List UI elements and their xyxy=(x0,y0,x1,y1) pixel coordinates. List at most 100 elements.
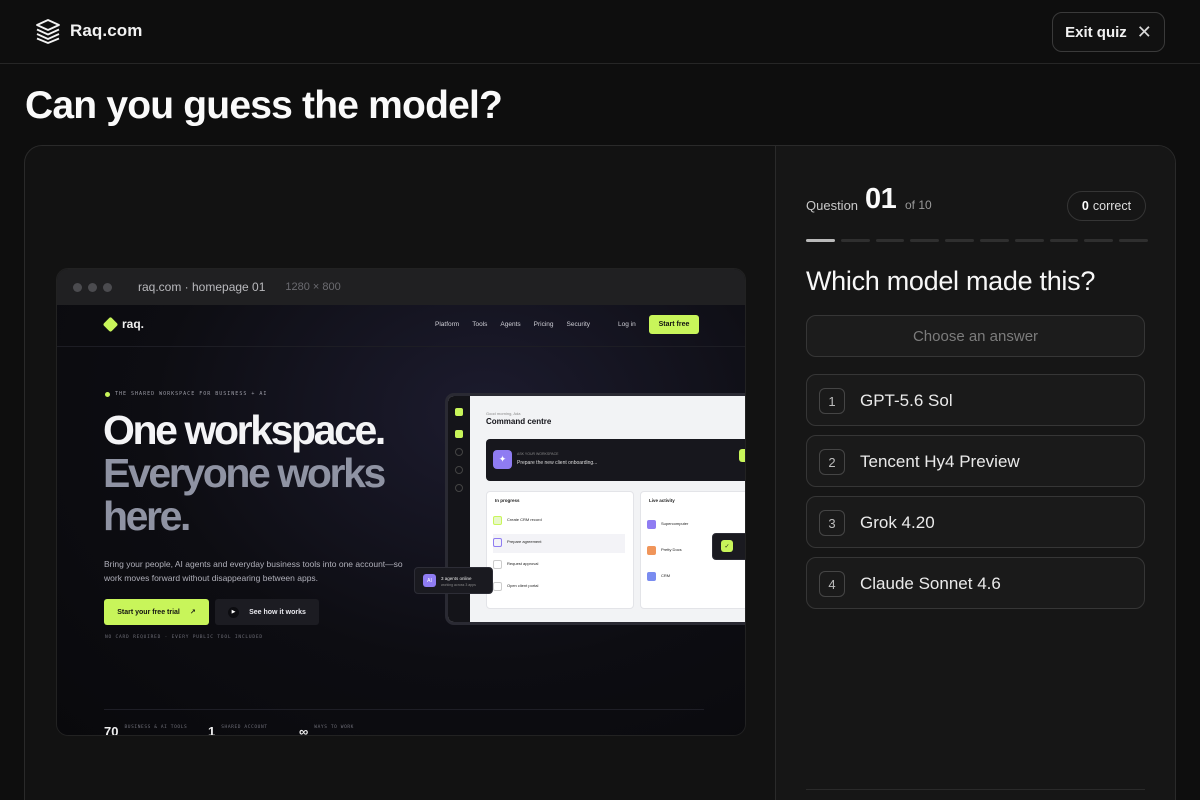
sparkle-icon: ✦ xyxy=(493,450,512,469)
preview-task-text: Create CRM record xyxy=(507,517,542,522)
preview-fine-print: NO CARD REQUIRED · EVERY PUBLIC TOOL INC… xyxy=(105,635,263,640)
preview-approved-badge: ✓ xyxy=(712,533,745,560)
cube-icon xyxy=(455,408,463,416)
option-key: 2 xyxy=(819,449,845,475)
preview-task-row: Request approval xyxy=(493,556,625,575)
progress-segment xyxy=(840,239,870,242)
preview-stats-divider xyxy=(104,709,704,710)
answer-option-3[interactable]: 3 Grok 4.20 xyxy=(806,496,1145,548)
preview-logo-text: raq. xyxy=(122,317,145,331)
rail-icon xyxy=(455,466,463,474)
agent-icon xyxy=(647,520,656,529)
exit-quiz-label: Exit quiz xyxy=(1065,23,1127,41)
option-key: 3 xyxy=(819,510,845,536)
preview-dimensions: 1280 × 800 xyxy=(285,281,341,293)
close-icon: ✕ xyxy=(1136,22,1152,42)
preview-window: raq.com · homepage 01 1280 × 800 raq. Pl… xyxy=(56,268,746,736)
preview-how-button: ▶ See how it works xyxy=(215,599,319,625)
home-icon xyxy=(455,430,463,438)
progress-segment xyxy=(1014,239,1044,242)
preview-how-label: See how it works xyxy=(249,608,306,616)
question-number: 01 xyxy=(865,183,897,215)
preview-eyebrow: THE SHARED WORKSPACE FOR BUSINESS + AI xyxy=(105,391,267,397)
answer-option-2[interactable]: 2 Tencent Hy4 Preview xyxy=(806,435,1145,487)
check-icon: ✓ xyxy=(721,540,733,552)
checkbox-icon xyxy=(493,560,502,569)
checkbox-icon xyxy=(493,538,502,547)
preview-stat-value: 70 xyxy=(104,724,119,736)
progress-segment xyxy=(979,239,1009,242)
preview-activity-row: CRM xyxy=(647,568,745,587)
preview-nav-links: Platform Tools Agents Pricing Security xyxy=(435,321,590,328)
preview-task-text: Prepare agreement xyxy=(507,539,542,544)
rail-icon xyxy=(455,448,463,456)
exit-quiz-button[interactable]: Exit quiz ✕ xyxy=(1052,12,1165,52)
brand[interactable]: Raq.com xyxy=(34,17,143,45)
correct-label: correct xyxy=(1092,199,1132,213)
preview-start-free: Start free xyxy=(649,315,699,334)
preview-nav-link: Agents xyxy=(500,321,521,328)
preview-task-text: Request approval xyxy=(507,561,539,566)
preview-login: Log in xyxy=(618,321,636,328)
dot-icon xyxy=(105,391,110,397)
question-progress xyxy=(806,239,1148,242)
preview-headline-3: here. xyxy=(103,493,191,539)
preview-task-text: Open client portal xyxy=(507,583,539,588)
preview-eyebrow-text: THE SHARED WORKSPACE FOR BUSINESS + AI xyxy=(115,391,268,397)
checkbox-icon xyxy=(493,516,502,525)
preview-stat: 1 SHARED ACCOUNT xyxy=(208,725,268,735)
doc-icon xyxy=(647,546,656,555)
preview-stat-value: ∞ xyxy=(299,724,309,736)
progress-segment xyxy=(1049,239,1079,242)
preview-ask-text: Prepare the new client onboarding... xyxy=(517,460,598,466)
preview-dashboard-greeting: Good morning, Ada xyxy=(486,411,521,416)
preview-nav-link: Tools xyxy=(472,321,488,328)
question-label: Question xyxy=(806,198,859,213)
preview-url: raq.com · homepage 01 xyxy=(138,280,266,294)
option-label: Grok 4.20 xyxy=(860,513,935,532)
preview-trial-label: Start your free trial xyxy=(117,608,180,616)
answer-option-1[interactable]: 1 GPT-5.6 Sol xyxy=(806,374,1145,426)
option-key: 4 xyxy=(819,571,845,597)
progress-segment xyxy=(945,239,974,242)
window-dot-icon xyxy=(73,282,82,292)
question-prompt: Which model made this? xyxy=(806,266,1096,296)
preview-task-row: Prepare agreement xyxy=(493,534,625,553)
option-key: 1 xyxy=(819,388,845,414)
correct-count-badge: 0 correct xyxy=(1067,191,1146,221)
window-dot-icon xyxy=(103,282,112,292)
cube-icon xyxy=(102,316,119,332)
preview-site-nav: raq. Platform Tools Agents Pricing Secur… xyxy=(57,305,745,347)
preview-body: Bring your people, AI agents and everyda… xyxy=(104,559,403,584)
preview-nav-link: Security xyxy=(566,321,590,328)
preview-nav-link: Platform xyxy=(435,321,460,328)
preview-activity-text: CRM xyxy=(661,573,671,578)
preview-screenshot: raq. Platform Tools Agents Pricing Secur… xyxy=(57,305,745,736)
progress-segment xyxy=(1119,239,1148,242)
preview-ask-label: ASK YOUR WORKSPACE xyxy=(517,452,559,456)
question-panel: Question 01 of 10 0 correct Which model … xyxy=(776,146,1175,800)
top-bar: Raq.com Exit quiz ✕ xyxy=(0,0,1200,64)
preview-trial-button: Start your free trial ↗ xyxy=(104,599,209,625)
preview-stat-label: WAYS TO WORK xyxy=(314,725,354,730)
preview-task-row: Open client portal xyxy=(493,578,625,597)
brand-name: Raq.com xyxy=(70,21,143,40)
arrow-up-icon: ↑ xyxy=(739,449,745,462)
quiz-card: raq.com · homepage 01 1280 × 800 raq. Pl… xyxy=(24,145,1176,800)
preview-task-row: Create CRM record xyxy=(493,512,625,531)
preview-headline-1: One workspace. xyxy=(103,407,386,453)
option-label: Claude Sonnet 4.6 xyxy=(860,574,1001,593)
ai-icon: AI xyxy=(423,574,436,587)
answer-option-4[interactable]: 4 Claude Sonnet 4.6 xyxy=(806,557,1145,609)
page-title: Can you guess the model? xyxy=(25,84,503,127)
progress-segment xyxy=(910,239,940,242)
rail-icon xyxy=(455,484,463,492)
correct-count: 0 xyxy=(1081,199,1089,213)
preview-window-bar: raq.com · homepage 01 1280 × 800 xyxy=(57,269,745,305)
option-label: GPT-5.6 Sol xyxy=(860,391,953,410)
preview-site-logo: raq. xyxy=(102,316,145,332)
progress-segment xyxy=(806,239,835,242)
choose-answer-prompt: Choose an answer xyxy=(806,315,1145,357)
preview-stat-label: SHARED ACCOUNT xyxy=(221,725,268,730)
question-total: of 10 xyxy=(905,198,932,212)
